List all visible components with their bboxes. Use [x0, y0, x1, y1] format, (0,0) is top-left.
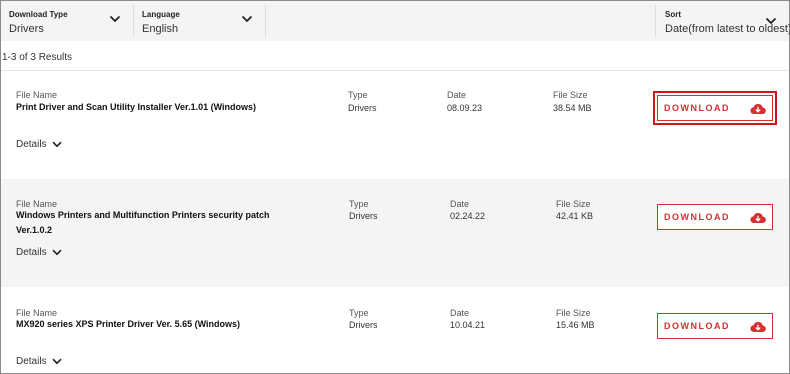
type-label: Type	[349, 308, 369, 318]
download-type-value: Drivers	[9, 23, 44, 35]
filter-divider	[655, 5, 656, 37]
download-button-label: DOWNLOAD	[664, 103, 730, 113]
cloud-download-icon	[750, 103, 766, 114]
chevron-down-icon	[52, 249, 62, 256]
details-label: Details	[16, 139, 47, 150]
file-size-value: 15.46 MB	[556, 320, 595, 330]
type-label: Type	[348, 90, 368, 100]
table-row: File Name Windows Printers and Multifunc…	[1, 179, 789, 287]
details-label: Details	[16, 356, 47, 367]
chevron-down-icon	[52, 358, 62, 365]
chevron-down-icon	[241, 15, 253, 23]
details-label: Details	[16, 247, 47, 258]
sort-label: Sort	[665, 10, 681, 19]
type-value: Drivers	[349, 211, 378, 221]
date-value: 02.24.22	[450, 211, 486, 221]
download-button-label: DOWNLOAD	[664, 212, 730, 222]
table-row: File Name MX920 series XPS Printer Drive…	[1, 288, 789, 373]
language-label: Language	[142, 10, 180, 19]
chevron-down-icon	[52, 141, 62, 148]
filter-divider	[133, 5, 134, 37]
download-type-label: Download Type	[9, 10, 68, 19]
type-value: Drivers	[348, 103, 377, 113]
file-name: MX920 series XPS Printer Driver Ver. 5.6…	[16, 319, 241, 329]
file-name: Windows Printers and Multifunction Print…	[16, 210, 270, 235]
filter-bar: Download Type Drivers Language English S…	[1, 1, 790, 41]
language-select[interactable]: Language English	[142, 1, 266, 41]
date-value: 10.04.21	[450, 320, 486, 330]
cloud-download-icon	[750, 321, 766, 332]
filter-divider	[265, 5, 266, 37]
type-value: Drivers	[349, 320, 378, 330]
file-size-label: File Size	[553, 90, 588, 100]
download-type-select[interactable]: Download Type Drivers	[9, 1, 133, 41]
cloud-download-icon	[750, 212, 766, 223]
file-size-value: 42.41 KB	[556, 211, 594, 221]
type-label: Type	[349, 199, 369, 209]
chevron-down-icon	[109, 15, 121, 23]
details-toggle[interactable]: Details	[16, 139, 62, 150]
date-label: Date	[450, 308, 470, 318]
date-label: Date	[450, 199, 470, 209]
chevron-down-icon	[765, 17, 777, 25]
file-name: Print Driver and Scan Utility Installer …	[16, 102, 256, 112]
results-count: 1-3 of 3 Results	[2, 52, 73, 63]
details-toggle[interactable]: Details	[16, 356, 62, 367]
date-value: 08.09.23	[447, 103, 483, 113]
file-size-label: File Size	[556, 199, 591, 209]
download-button[interactable]: DOWNLOAD	[657, 204, 773, 230]
download-button[interactable]: DOWNLOAD	[657, 313, 773, 339]
download-button[interactable]: DOWNLOAD	[657, 95, 773, 121]
date-label: Date	[447, 90, 467, 100]
sort-select[interactable]: Sort Date(from latest to oldest)	[665, 1, 790, 41]
table-row: File Name Print Driver and Scan Utility …	[1, 71, 789, 178]
language-value: English	[142, 23, 179, 35]
file-name-label: File Name	[16, 90, 58, 100]
file-size-label: File Size	[556, 308, 591, 318]
download-button-label: DOWNLOAD	[664, 321, 730, 331]
details-toggle[interactable]: Details	[16, 247, 62, 258]
file-size-value: 38.54 MB	[553, 103, 592, 113]
